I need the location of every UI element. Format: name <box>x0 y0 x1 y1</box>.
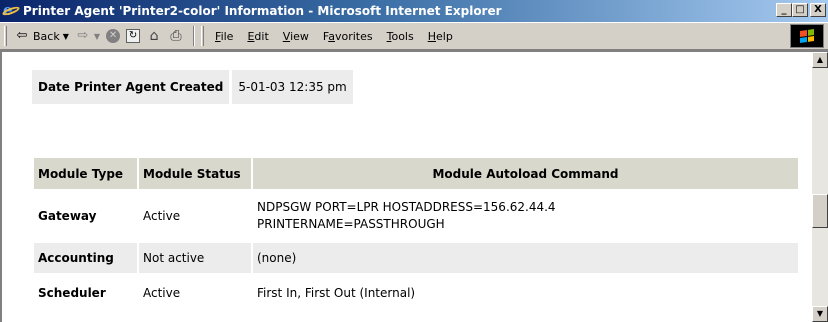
scroll-down-button[interactable]: ▼ <box>812 306 828 322</box>
minimize-button[interactable]: _ <box>776 3 792 17</box>
back-dropdown-icon[interactable]: ▼ <box>63 32 69 41</box>
module-status-cell: Active <box>143 286 181 300</box>
menu-item[interactable]: Help <box>421 30 460 43</box>
window-controls: _ □ X <box>776 3 826 17</box>
toolbar-separator <box>193 26 196 46</box>
module-command-cell: First In, First Out (Internal) <box>257 285 416 300</box>
menu-item[interactable]: Edit <box>240 30 275 43</box>
menubar-grip[interactable] <box>201 26 205 46</box>
date-created-value: 5-01-03 12:35 pm <box>232 70 353 104</box>
vertical-scrollbar[interactable]: ▲ ▼ <box>812 52 828 322</box>
maximize-button[interactable]: □ <box>792 3 808 17</box>
window-title: Printer Agent 'Printer2-color' Informati… <box>23 4 502 18</box>
refresh-icon: ↻ <box>126 29 141 43</box>
date-created-label: Date Printer Agent Created <box>32 70 230 104</box>
internet-explorer-icon: e <box>1 1 21 19</box>
menu-item[interactable]: Tools <box>380 30 421 43</box>
forward-arrow-icon: ⇨ <box>77 28 89 43</box>
refresh-button[interactable]: ↻ <box>123 25 143 47</box>
windows-flag-icon <box>800 29 814 43</box>
stop-button[interactable]: ✕ <box>103 25 123 47</box>
command-line-1: NDPSGW PORT=LPR HOSTADDRESS=156.62.44.4 <box>257 200 556 214</box>
module-status-cell: Not active <box>139 243 251 273</box>
menu-item[interactable]: View <box>276 30 316 43</box>
date-created-row: Date Printer Agent Created 5-01-03 12:35… <box>32 70 802 104</box>
column-header-autoload-command: Module Autoload Command <box>253 158 798 189</box>
table-header-row: Module Type Module Status Module Autoloa… <box>34 158 798 189</box>
print-button[interactable]: ⎙ <box>165 25 187 47</box>
module-type-cell: Scheduler <box>38 286 106 300</box>
table-row: Gateway Active NDPSGW PORT=LPR HOSTADDRE… <box>34 191 798 241</box>
menu-item[interactable]: File <box>208 30 240 43</box>
home-button[interactable]: ⌂ <box>143 25 165 47</box>
back-button[interactable]: ⇦ Back ▼ <box>11 25 72 47</box>
windows-logo <box>790 24 824 48</box>
browser-viewport[interactable]: Date Printer Agent Created 5-01-03 12:35… <box>0 50 828 322</box>
module-command-cell: NDPSGW PORT=LPR HOSTADDRESS=156.62.44.4 … <box>253 191 798 241</box>
scroll-up-button[interactable]: ▲ <box>812 52 828 68</box>
forward-button[interactable]: ⇨ ▼ <box>72 25 103 47</box>
column-header-module-status: Module Status <box>139 158 251 189</box>
back-arrow-icon: ⇦ <box>16 28 28 43</box>
column-header-module-type: Module Type <box>34 158 137 189</box>
print-icon: ⎙ <box>170 28 182 44</box>
scroll-thumb[interactable] <box>812 194 828 228</box>
stop-icon: ✕ <box>106 29 121 43</box>
title-bar[interactable]: e Printer Agent 'Printer2-color' Informa… <box>0 0 828 22</box>
module-type-cell: Gateway <box>38 209 97 223</box>
close-button[interactable]: X <box>810 3 826 17</box>
menu-bar: File Edit View Favorites Tools Help <box>208 30 460 43</box>
back-label: Back <box>33 29 60 43</box>
module-command-cell: (none) <box>253 243 798 273</box>
module-status-cell: Active <box>143 209 181 223</box>
toolbar: ⇦ Back ▼ ⇨ ▼ ✕ ↻ ⌂ ⎙ File Edit View Favorit… <box>0 22 828 50</box>
menu-item[interactable]: Favorites <box>316 30 380 43</box>
table-row: Scheduler Active First In, First Out (In… <box>34 275 798 311</box>
home-icon: ⌂ <box>149 28 159 44</box>
command-line-2: PRINTERNAME=PASSTHROUGH <box>257 217 445 231</box>
toolbar-grip[interactable] <box>4 26 7 46</box>
forward-dropdown-icon[interactable]: ▼ <box>94 32 100 41</box>
table-row: Accounting Not active (none) <box>34 243 798 273</box>
modules-table: Module Type Module Status Module Autoloa… <box>32 156 800 313</box>
page-content: Date Printer Agent Created 5-01-03 12:35… <box>32 70 802 300</box>
module-type-cell: Accounting <box>34 243 137 273</box>
